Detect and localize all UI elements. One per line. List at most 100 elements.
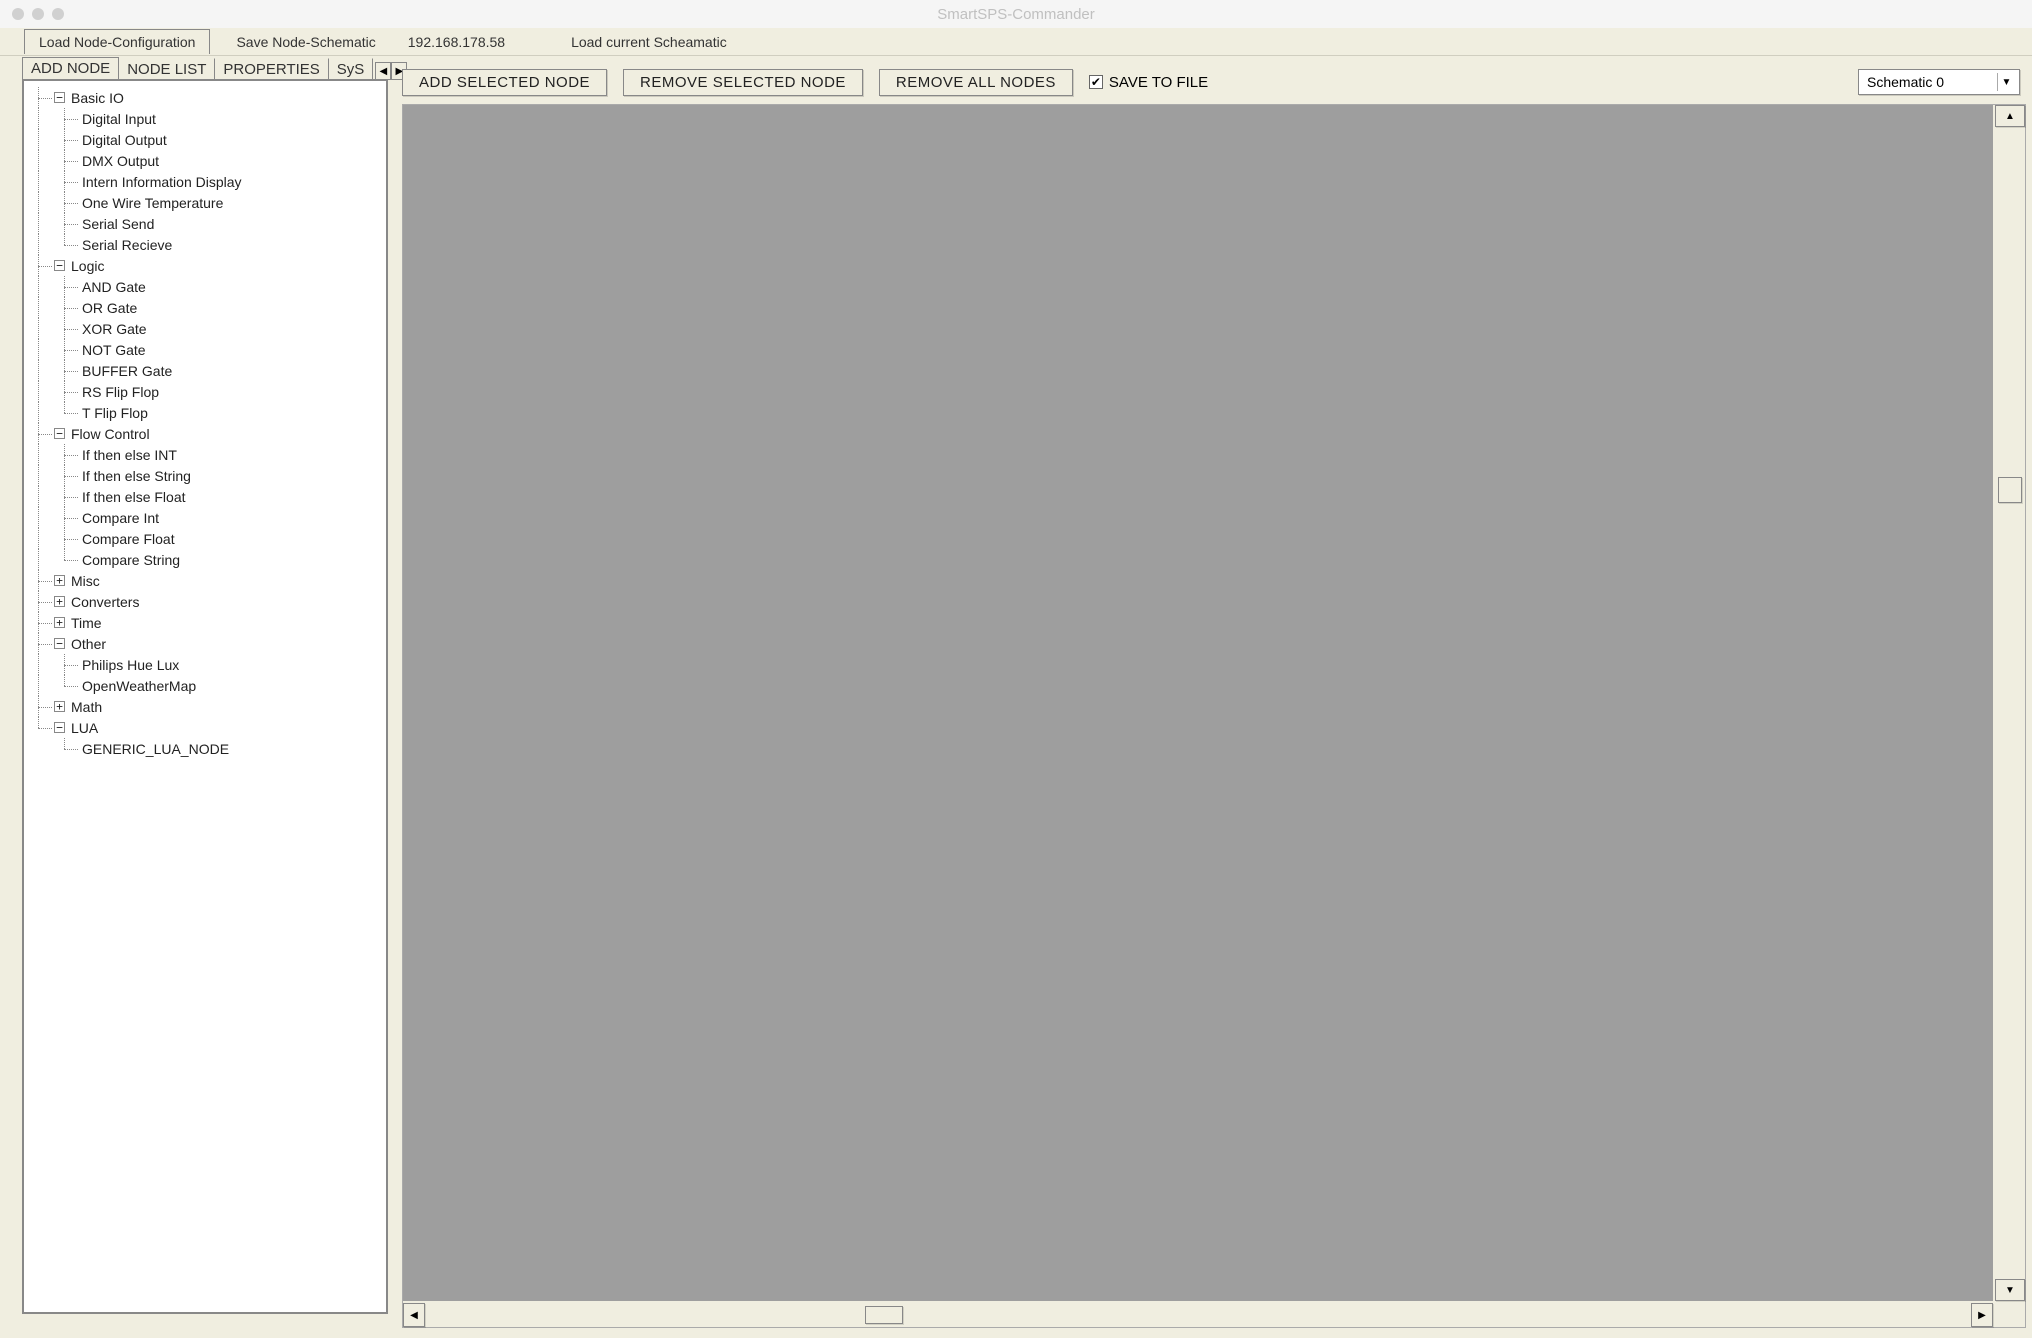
horizontal-scrollbar[interactable]: ◀ ▶ bbox=[403, 1303, 1993, 1327]
traffic-lights bbox=[0, 8, 64, 20]
expand-icon[interactable]: + bbox=[54, 596, 65, 607]
menu-item-3[interactable]: Load current Scheamatic bbox=[547, 31, 739, 53]
tree-node[interactable]: −Other bbox=[28, 633, 382, 654]
tree-node-label: Compare Int bbox=[82, 510, 159, 526]
tree-node-label: GENERIC_LUA_NODE bbox=[82, 741, 229, 757]
tree-node-label: Flow Control bbox=[71, 426, 150, 442]
tree-node-label: NOT Gate bbox=[82, 342, 146, 358]
tab-node-list[interactable]: NODE LIST bbox=[119, 58, 215, 80]
tree-node[interactable]: −Basic IO bbox=[28, 87, 382, 108]
tree-node-label: Other bbox=[71, 636, 106, 652]
tree-node[interactable]: Serial Recieve bbox=[28, 234, 382, 255]
tree-node[interactable]: + Misc bbox=[28, 570, 382, 591]
right-panel: ADD SELECTED NODE REMOVE SELECTED NODE R… bbox=[392, 56, 2032, 1338]
tree-node-label: Serial Send bbox=[82, 216, 154, 232]
hscroll-thumb[interactable] bbox=[865, 1306, 903, 1324]
tree-node-label: Time bbox=[71, 615, 102, 631]
chevron-down-icon: ▼ bbox=[1997, 73, 2015, 91]
tree-node-label: If then else INT bbox=[82, 447, 177, 463]
checkbox-icon[interactable]: ✔ bbox=[1089, 75, 1103, 89]
tree-node[interactable]: RS Flip Flop bbox=[28, 381, 382, 402]
tree-node[interactable]: Compare Int bbox=[28, 507, 382, 528]
node-tree[interactable]: −Basic IODigital InputDigital OutputDMX … bbox=[22, 79, 388, 1314]
tree-node-label: BUFFER Gate bbox=[82, 363, 172, 379]
scroll-left-icon[interactable]: ◀ bbox=[403, 1303, 425, 1327]
tab-add-node[interactable]: ADD NODE bbox=[22, 57, 119, 80]
tree-node[interactable]: T Flip Flop bbox=[28, 402, 382, 423]
tree-node[interactable]: OR Gate bbox=[28, 297, 382, 318]
close-icon[interactable] bbox=[12, 8, 24, 20]
collapse-icon[interactable]: − bbox=[54, 428, 65, 439]
tree-node[interactable]: XOR Gate bbox=[28, 318, 382, 339]
tree-node-label: RS Flip Flop bbox=[82, 384, 159, 400]
tree-node[interactable]: If then else INT bbox=[28, 444, 382, 465]
tree-node[interactable]: BUFFER Gate bbox=[28, 360, 382, 381]
expand-icon[interactable]: + bbox=[54, 575, 65, 586]
tree-node[interactable]: If then else Float bbox=[28, 486, 382, 507]
tree-node-label: XOR Gate bbox=[82, 321, 147, 337]
tree-node[interactable]: −Logic bbox=[28, 255, 382, 276]
tab-row: ADD NODENODE LISTPROPERTIESSyS◀▶ bbox=[22, 56, 392, 80]
tree-node[interactable]: Serial Send bbox=[28, 213, 382, 234]
tree-node[interactable]: Compare Float bbox=[28, 528, 382, 549]
collapse-icon[interactable]: − bbox=[54, 722, 65, 733]
tree-node-label: Math bbox=[71, 699, 102, 715]
minimize-icon[interactable] bbox=[32, 8, 44, 20]
collapse-icon[interactable]: − bbox=[54, 92, 65, 103]
vertical-scrollbar[interactable]: ▲ ▼ bbox=[1995, 105, 2025, 1301]
tree-node[interactable]: Digital Output bbox=[28, 129, 382, 150]
menu-item-2[interactable]: 192.168.178.58 bbox=[388, 31, 547, 53]
window-title: SmartSPS-Commander bbox=[937, 6, 1095, 23]
tree-node[interactable]: NOT Gate bbox=[28, 339, 382, 360]
vscroll-thumb[interactable] bbox=[1998, 477, 2022, 503]
maximize-icon[interactable] bbox=[52, 8, 64, 20]
tree-node[interactable]: + Time bbox=[28, 612, 382, 633]
scroll-right-icon[interactable]: ▶ bbox=[1971, 1303, 1993, 1327]
expand-icon[interactable]: + bbox=[54, 701, 65, 712]
save-to-file-checkbox[interactable]: ✔ SAVE TO FILE bbox=[1089, 74, 1208, 91]
tree-node[interactable]: AND Gate bbox=[28, 276, 382, 297]
tree-node-label: Serial Recieve bbox=[82, 237, 172, 253]
tab-scroll-left-icon[interactable]: ◀ bbox=[375, 62, 391, 80]
tree-node[interactable]: Compare String bbox=[28, 549, 382, 570]
vscroll-track[interactable] bbox=[1995, 127, 2025, 1279]
scroll-down-icon[interactable]: ▼ bbox=[1995, 1279, 2025, 1301]
add-selected-node-button[interactable]: ADD SELECTED NODE bbox=[402, 69, 607, 96]
tree-node[interactable]: OpenWeatherMap bbox=[28, 675, 382, 696]
tree-node-label: Compare String bbox=[82, 552, 180, 568]
remove-selected-node-button[interactable]: REMOVE SELECTED NODE bbox=[623, 69, 863, 96]
tree-node[interactable]: −Flow Control bbox=[28, 423, 382, 444]
tree-node-label: Philips Hue Lux bbox=[82, 657, 179, 673]
tree-node-label: One Wire Temperature bbox=[82, 195, 223, 211]
tree-node[interactable]: −LUA bbox=[28, 717, 382, 738]
tree-node[interactable]: GENERIC_LUA_NODE bbox=[28, 738, 382, 759]
tree-node[interactable]: One Wire Temperature bbox=[28, 192, 382, 213]
tree-node[interactable]: If then else String bbox=[28, 465, 382, 486]
schematic-canvas[interactable] bbox=[403, 105, 1993, 1301]
collapse-icon[interactable]: − bbox=[54, 638, 65, 649]
remove-all-nodes-button[interactable]: REMOVE ALL NODES bbox=[879, 69, 1073, 96]
collapse-icon[interactable]: − bbox=[54, 260, 65, 271]
left-panel: ADD NODENODE LISTPROPERTIESSyS◀▶ −Basic … bbox=[0, 56, 392, 1338]
tree-node[interactable]: + Math bbox=[28, 696, 382, 717]
tree-node-label: OpenWeatherMap bbox=[82, 678, 196, 694]
tree-node[interactable]: DMX Output bbox=[28, 150, 382, 171]
expand-icon[interactable]: + bbox=[54, 617, 65, 628]
tree-node[interactable]: Philips Hue Lux bbox=[28, 654, 382, 675]
menu-item-1[interactable]: Save Node-Schematic bbox=[210, 31, 387, 53]
menu-item-0[interactable]: Load Node-Configuration bbox=[24, 29, 210, 54]
tree-node-label: Misc bbox=[71, 573, 100, 589]
tab-properties[interactable]: PROPERTIES bbox=[215, 58, 328, 80]
hscroll-track[interactable] bbox=[425, 1303, 1971, 1327]
tree-node[interactable]: +Converters bbox=[28, 591, 382, 612]
tree-node-label: Intern Information Display bbox=[82, 174, 242, 190]
tree-node[interactable]: Digital Input bbox=[28, 108, 382, 129]
toolbar: ADD SELECTED NODE REMOVE SELECTED NODE R… bbox=[402, 66, 2026, 98]
tab-sys[interactable]: SyS bbox=[329, 58, 374, 80]
schematic-select[interactable]: Schematic 0 ▼ bbox=[1858, 69, 2020, 95]
tree-node-label: Basic IO bbox=[71, 90, 124, 106]
tree-node[interactable]: Intern Information Display bbox=[28, 171, 382, 192]
scroll-up-icon[interactable]: ▲ bbox=[1995, 105, 2025, 127]
tree-node-label: DMX Output bbox=[82, 153, 159, 169]
schematic-select-value: Schematic 0 bbox=[1867, 74, 1944, 90]
